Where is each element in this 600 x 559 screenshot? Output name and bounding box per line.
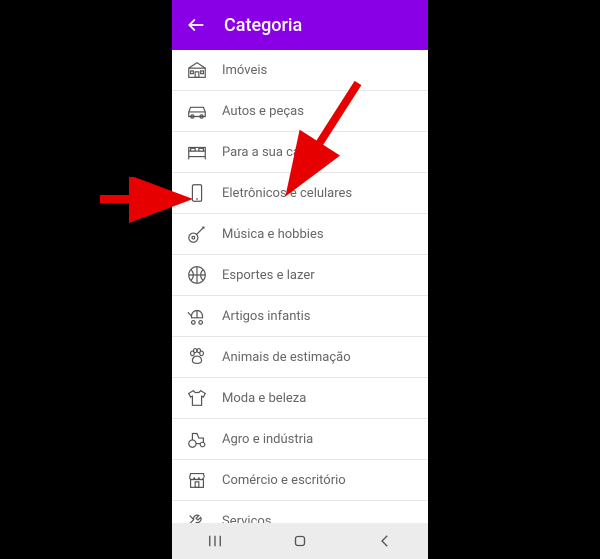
category-label: Autos e peças xyxy=(222,104,304,119)
category-label: Eletrônicos e celulares xyxy=(222,186,352,201)
android-navbar xyxy=(172,523,428,559)
category-label: Agro e indústria xyxy=(222,432,313,447)
basketball-icon xyxy=(186,264,208,286)
category-musica[interactable]: Música e hobbies xyxy=(172,214,428,255)
category-infantis[interactable]: Artigos infantis xyxy=(172,296,428,337)
category-autos[interactable]: Autos e peças xyxy=(172,91,428,132)
app-header: Categoria xyxy=(172,0,428,50)
guitar-icon xyxy=(186,223,208,245)
category-label: Música e hobbies xyxy=(222,227,324,242)
outer-frame: Categoria Imóveis xyxy=(0,0,600,559)
recent-icon xyxy=(206,532,224,550)
category-list: Imóveis Autos e peças xyxy=(172,50,428,542)
category-label: Animais de estimação xyxy=(222,350,351,365)
stroller-icon xyxy=(186,305,208,327)
paw-icon xyxy=(186,346,208,368)
back-icon xyxy=(376,532,394,550)
arrow-left-icon xyxy=(186,15,206,35)
category-esportes[interactable]: Esportes e lazer xyxy=(172,255,428,296)
category-moda[interactable]: Moda e beleza xyxy=(172,378,428,419)
phone-screen: Categoria Imóveis xyxy=(172,0,428,559)
tractor-icon xyxy=(186,428,208,450)
car-icon xyxy=(186,100,208,122)
category-casa[interactable]: Para a sua casa xyxy=(172,132,428,173)
category-label: Comércio e escritório xyxy=(222,473,346,488)
category-imoveis[interactable]: Imóveis xyxy=(172,50,428,91)
category-label: Artigos infantis xyxy=(222,309,311,324)
phone-icon xyxy=(186,182,208,204)
category-comercio[interactable]: Comércio e escritório xyxy=(172,460,428,501)
home-icon xyxy=(291,532,309,550)
shop-icon xyxy=(186,469,208,491)
shirt-icon xyxy=(186,387,208,409)
header-title: Categoria xyxy=(224,15,302,36)
category-agro[interactable]: Agro e indústria xyxy=(172,419,428,460)
category-label: Moda e beleza xyxy=(222,391,306,406)
nav-recent-button[interactable] xyxy=(205,531,225,551)
back-button[interactable] xyxy=(186,15,206,35)
house-icon xyxy=(186,59,208,81)
category-label: Esportes e lazer xyxy=(222,268,315,283)
category-label: Imóveis xyxy=(222,63,267,78)
nav-home-button[interactable] xyxy=(290,531,310,551)
nav-back-button[interactable] xyxy=(375,531,395,551)
bed-icon xyxy=(186,141,208,163)
category-animais[interactable]: Animais de estimação xyxy=(172,337,428,378)
category-eletronicos[interactable]: Eletrônicos e celulares xyxy=(172,173,428,214)
category-label: Para a sua casa xyxy=(222,145,314,160)
